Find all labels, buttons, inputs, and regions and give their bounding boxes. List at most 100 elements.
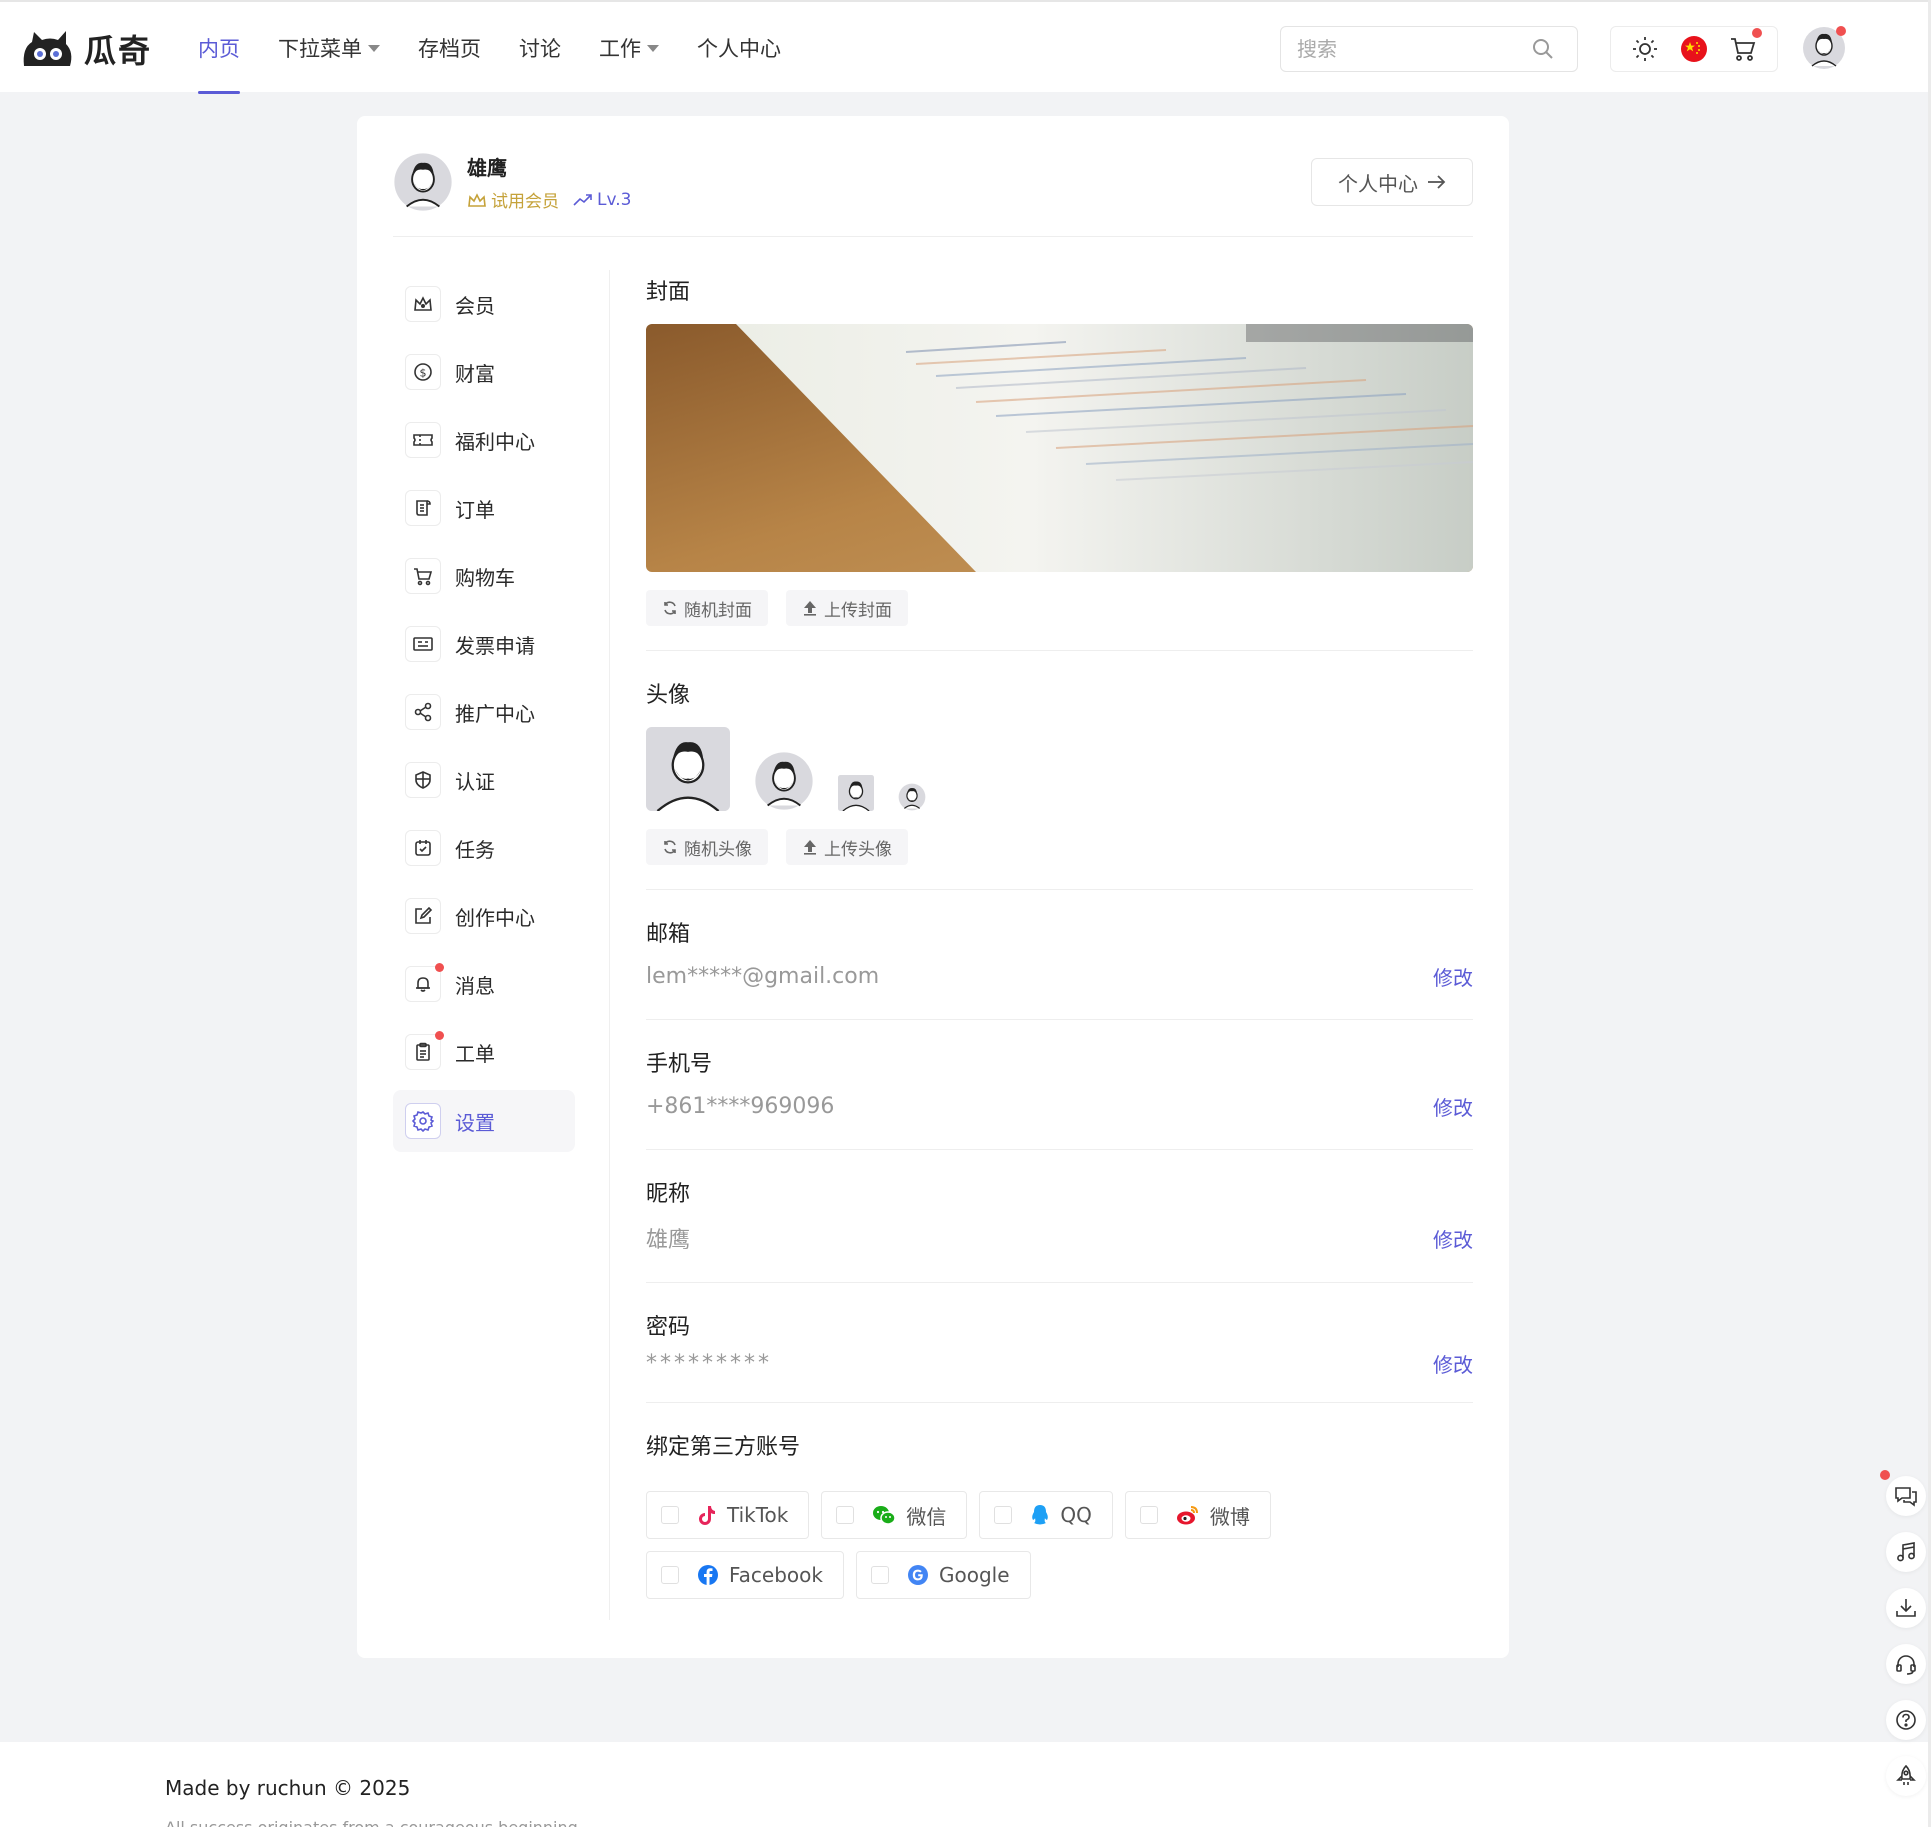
- nickname-value: 雄鹰: [646, 1228, 691, 1253]
- upload-cover-button[interactable]: 上传封面: [786, 590, 908, 626]
- cover-photo: [646, 324, 1473, 572]
- sidebar-item-orders[interactable]: 订单: [393, 474, 575, 542]
- weibo-icon: [1176, 1506, 1198, 1525]
- button-label: 随机头像: [684, 839, 752, 860]
- sidebar-item-wealth[interactable]: $ 财富: [393, 338, 575, 406]
- sidebar-item-label: 发票申请: [455, 633, 535, 658]
- bind-checkbox[interactable]: [870, 1566, 889, 1584]
- help-button[interactable]: [1886, 1700, 1926, 1740]
- bind-facebook[interactable]: Facebook: [646, 1551, 844, 1599]
- sidebar-item-label: 会员: [455, 293, 495, 318]
- random-avatar-button[interactable]: 随机头像: [646, 829, 768, 865]
- language-button[interactable]: [1677, 32, 1711, 66]
- download-icon: [1896, 1599, 1916, 1617]
- avatar-previews: [646, 727, 1473, 811]
- settings-card: 雄鹰 试用会员 Lv.3 个人中心 会员 $ 财富 福利中心 订单 购物车 发票…: [357, 116, 1509, 1658]
- edit-password-link[interactable]: 修改: [1433, 1349, 1473, 1378]
- divider: [393, 236, 1473, 237]
- nav-item-home[interactable]: 内页: [198, 2, 240, 94]
- edit-nickname-link[interactable]: 修改: [1433, 1224, 1473, 1253]
- button-label: 上传头像: [824, 839, 892, 860]
- nav-label: 存档页: [418, 37, 481, 61]
- site-logo[interactable]: 瓜奇: [20, 26, 152, 72]
- section-title-password: 密码: [646, 1315, 691, 1340]
- bind-checkbox[interactable]: [994, 1506, 1013, 1524]
- nav-item-work[interactable]: 工作: [599, 2, 659, 94]
- search-input[interactable]: [1281, 37, 1531, 61]
- sidebar-item-tickets[interactable]: 工单: [393, 1018, 575, 1086]
- back-to-top-button[interactable]: [1886, 1756, 1926, 1796]
- membership-badge[interactable]: 试用会员: [467, 187, 559, 212]
- sidebar-item-label: 推广中心: [455, 701, 535, 726]
- settings-content: 封面 随机封面 上传封面 头像 随机头像 上传头像 邮箱 lem*****@gm…: [646, 274, 1473, 1599]
- share-icon: [414, 702, 432, 722]
- sidebar-item-settings[interactable]: 设置: [393, 1090, 575, 1152]
- bind-weibo[interactable]: 微博: [1124, 1491, 1271, 1539]
- header-tools: [1610, 26, 1778, 72]
- user-name: 雄鹰: [467, 156, 507, 180]
- invoice-icon: [413, 637, 433, 651]
- bind-checkbox[interactable]: [1139, 1506, 1158, 1524]
- user-summary: 雄鹰 试用会员 Lv.3: [393, 152, 631, 212]
- bind-checkbox[interactable]: [661, 1566, 679, 1584]
- china-flag-icon: [1680, 36, 1707, 62]
- nav-label: 下拉菜单: [278, 37, 362, 61]
- download-button[interactable]: [1886, 1588, 1926, 1628]
- sidebar-item-membership[interactable]: 会员: [393, 270, 575, 338]
- sidebar-item-invoice[interactable]: 发票申请: [393, 610, 575, 678]
- bind-label: Facebook: [729, 1563, 823, 1587]
- task-icon: [415, 840, 431, 856]
- avatar[interactable]: [393, 152, 453, 212]
- bind-checkbox[interactable]: [836, 1506, 855, 1524]
- sidebar-item-promotion[interactable]: 推广中心: [393, 678, 575, 746]
- bind-google[interactable]: Google: [855, 1551, 1031, 1599]
- sidebar-item-verification[interactable]: 认证: [393, 746, 575, 814]
- nav-item-archive[interactable]: 存档页: [418, 2, 481, 94]
- nav-item-personal-center[interactable]: 个人中心: [697, 2, 781, 94]
- sidebar-item-cart[interactable]: 购物车: [393, 542, 575, 610]
- tiktok-icon: [699, 1506, 715, 1525]
- edit-phone-link[interactable]: 修改: [1433, 1092, 1473, 1121]
- notification-dot: [1751, 28, 1762, 38]
- random-cover-button[interactable]: 随机封面: [646, 590, 768, 626]
- personal-center-button[interactable]: 个人中心: [1311, 158, 1473, 206]
- crown-icon: [414, 296, 432, 311]
- cart-icon: [414, 568, 433, 586]
- upload-avatar-button[interactable]: 上传头像: [786, 829, 908, 865]
- theme-toggle-button[interactable]: [1628, 32, 1662, 66]
- chat-icon: [1895, 1487, 1917, 1507]
- rocket-icon: [1896, 1765, 1916, 1785]
- chat-button[interactable]: [1880, 1470, 1926, 1516]
- sidebar-item-tasks[interactable]: 任务: [393, 814, 575, 882]
- support-button[interactable]: [1886, 1644, 1926, 1684]
- edit-email-link[interactable]: 修改: [1433, 962, 1473, 991]
- refresh-icon: [664, 601, 676, 615]
- nav-item-dropdown[interactable]: 下拉菜单: [278, 2, 380, 94]
- clipboard-icon: [416, 1042, 430, 1061]
- level-badge: Lv.3: [573, 190, 631, 210]
- cart-button[interactable]: [1726, 28, 1762, 66]
- divider: [646, 1019, 1473, 1020]
- footer-tagline: All success originates from a courageous…: [165, 1818, 578, 1827]
- sidebar-item-welfare[interactable]: 福利中心: [393, 406, 575, 474]
- music-button[interactable]: [1886, 1532, 1926, 1572]
- avatar-preview-medium: [755, 752, 813, 810]
- shield-icon: [415, 771, 431, 789]
- wechat-icon: [873, 1506, 897, 1525]
- sidebar-item-label: 消息: [455, 973, 495, 998]
- section-title-cover: 封面: [646, 280, 691, 305]
- sidebar-item-creation[interactable]: 创作中心: [393, 882, 575, 950]
- nav-item-discussion[interactable]: 讨论: [519, 2, 561, 94]
- bind-tiktok[interactable]: TikTok: [646, 1491, 810, 1539]
- sidebar-item-label: 财富: [455, 361, 495, 386]
- bind-qq[interactable]: QQ: [979, 1491, 1113, 1539]
- svg-text:$: $: [420, 367, 427, 380]
- scroll-icon: [416, 500, 431, 516]
- sidebar-item-messages[interactable]: 消息: [393, 950, 575, 1018]
- bind-checkbox[interactable]: [661, 1506, 679, 1524]
- button-label: 个人中心: [1338, 171, 1418, 196]
- search-icon[interactable]: [1531, 37, 1555, 61]
- user-avatar-menu[interactable]: [1802, 26, 1846, 70]
- bind-wechat[interactable]: 微信: [821, 1491, 968, 1539]
- divider: [646, 1282, 1473, 1283]
